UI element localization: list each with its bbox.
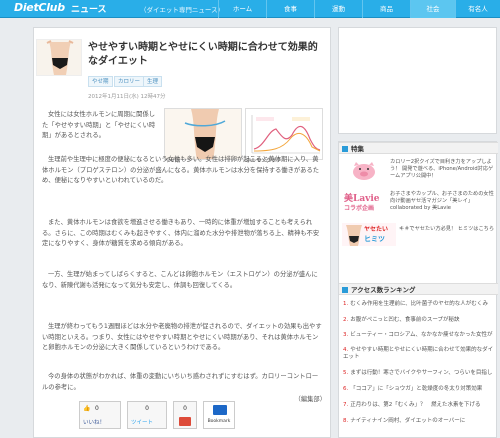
- site-logo-sub[interactable]: ニュース: [71, 2, 107, 15]
- bookmark-icon: [213, 405, 227, 415]
- waist-photo-icon: [37, 40, 81, 75]
- ranking-heading-text: アクセス数ランキング: [351, 286, 416, 294]
- like-label: いいね！: [83, 420, 106, 426]
- figure-hormone-graph[interactable]: [245, 108, 323, 160]
- article-panel: やせやすい時期とやせにくい時期に合わせて効果的なダイエット やせ期 カロリー 生…: [33, 27, 331, 438]
- article-thumbnail: [36, 39, 82, 76]
- ranking-item-4[interactable]: 4. やせやすい時期とやせにくい時期に合わせて効果的なダイエット: [343, 347, 495, 361]
- nav-item-home[interactable]: ホーム: [218, 0, 266, 18]
- tag-seiri[interactable]: 生理: [143, 76, 163, 87]
- tag-calorie[interactable]: カロリー: [114, 76, 145, 87]
- ranking-item-7[interactable]: 7. 正月わりは、第2「むくみ」？ 燃えた水素を下げる: [343, 402, 495, 409]
- page-root: DietClub ニュース （ダイエット専門ニュース） ホーム 食事 運動 商品…: [0, 0, 500, 438]
- site-logo[interactable]: DietClub: [14, 1, 65, 14]
- site-tagline: （ダイエット専門ニュース）: [140, 6, 225, 14]
- like-button[interactable]: 👍 0 いいね！: [79, 401, 121, 429]
- like-count: 0: [95, 405, 99, 412]
- nav-item-exercise[interactable]: 運動: [314, 0, 362, 18]
- ranking-item-2[interactable]: 2. お腹がぺこっと凹む、食事前のスープが秘訣: [343, 317, 495, 324]
- nav-item-society[interactable]: 社会: [410, 0, 455, 18]
- feature-text-himitsu: キ＃でヤセたい方必見！ ヒミツはこちら: [399, 226, 495, 232]
- lavie-collab-text: コラボ企画: [344, 205, 375, 212]
- lavie-logo: 美Lavie コラボ企画: [342, 191, 387, 214]
- nav-item-celebrity[interactable]: 有名人: [455, 0, 500, 18]
- ranking-item-3[interactable]: 3. ビューティー・コロシアム、なかなか痩せなかった女性が: [343, 332, 495, 339]
- ranking-item-1[interactable]: 1. むくみ作用を生理前に、比叶菌子のヤセ的な人がむくみ: [343, 301, 495, 308]
- himitsu-label2: ヒミツ: [364, 235, 385, 243]
- thumbs-up-icon: 👍: [83, 405, 91, 412]
- hormone-graph-icon: [246, 109, 322, 159]
- heading-marker-icon: [342, 286, 348, 293]
- tweet-count: 0: [145, 405, 149, 412]
- features-heading: 特集: [339, 142, 498, 154]
- pig-icon: [342, 159, 387, 182]
- paragraph-6: 今の身体の状態がわかれば、体重の変動にいちいち惑わされずにすむはず。カロリーコン…: [42, 373, 319, 391]
- bookmark-button[interactable]: Bookmark: [203, 401, 235, 429]
- site-header: DietClub ニュース （ダイエット専門ニュース） ホーム 食事 運動 商品…: [0, 0, 500, 18]
- article-figures: [164, 108, 323, 160]
- ranking-item-5[interactable]: 5. まずは行動！寒さでバイクやサーフィン、つらいを目指し: [343, 370, 495, 377]
- feature-item-quiz[interactable]: カロリー2択クイズで目利き力をアップしよう！ 開発で遊べる、iPhone/And…: [342, 159, 496, 184]
- sidebar: 特集 カロリー2択クイズで目利き力をアップしよう！ 開発で遊べる、iPhone/…: [338, 141, 498, 438]
- feature-text-lavie: お子さまやカップル、お子さまのための女性向け動画ヤセ活マガジン「美レイ」 col…: [390, 191, 494, 211]
- bookmark-label: Bookmark: [207, 419, 231, 424]
- article-editor: （編集部）: [294, 396, 326, 403]
- tag-yaseki[interactable]: やせ期: [88, 76, 113, 87]
- paragraph-1: 女性には女性ホルモンに周期に関係した「やせやすい時期」と「やせにくい時期」がある…: [42, 111, 156, 139]
- share-bar: 👍 0 いいね！ 0 ツイート 0 Bookmark: [79, 401, 243, 429]
- ranking-item-6[interactable]: 6. 「ココア」に「ショウガ」と乾燥度の冬太り対策効果: [343, 386, 495, 393]
- tweet-label: ツイート: [131, 420, 154, 426]
- nav-item-products[interactable]: 商品: [362, 0, 410, 18]
- plusone-button[interactable]: 0: [173, 401, 197, 429]
- paragraph-5: 生理が終わってもう1週間ほどは水分や老廃物の排泄が促されるので、ダイエットの効果…: [42, 323, 322, 351]
- heading-marker-icon: [342, 145, 348, 152]
- himitsu-label1: ヤセたい: [364, 226, 389, 233]
- tweet-button[interactable]: 0 ツイート: [127, 401, 167, 429]
- feature-text-quiz: カロリー2択クイズで目利き力をアップしよう！ 開発で遊べる、iPhone/And…: [390, 159, 494, 179]
- paragraph-2: 生理前や生理中に極度の便秘になるという女性も多い。女性は排卵が起こると黄体期に入…: [42, 156, 320, 184]
- nav-item-food[interactable]: 食事: [266, 0, 314, 18]
- paragraph-3: また、黄体ホルモンは食欲を増進させる働きもあり、一時的に体重が増加することも考え…: [42, 219, 320, 247]
- article-title: やせやすい時期とやせにくい時期に合わせて効果的なダイエット: [88, 42, 318, 67]
- figure-body-photo[interactable]: [164, 108, 242, 160]
- plusone-count: 0: [183, 405, 187, 412]
- feature-item-lavie[interactable]: 美Lavie コラボ企画 お子さまやカップル、お子さまのための女性向け動画ヤセ活…: [342, 191, 496, 216]
- features-heading-text: 特集: [351, 145, 364, 153]
- ranking-heading: アクセス数ランキング: [339, 283, 498, 295]
- body-photo-icon: [165, 109, 241, 159]
- ranking-item-8[interactable]: 8. ナイティナイン岡村、ダイエットのオーバーに: [343, 418, 495, 425]
- article-date: 2012年1月11日(水) 12時47分: [88, 94, 166, 100]
- himitsu-banner: ヤセたい ヒミツ: [342, 223, 396, 246]
- plusone-icon: [179, 417, 191, 426]
- sidebar-ad-box: [338, 27, 497, 134]
- paragraph-4: 一方、生理が始まってしばらくすると、こんどは卵胞ホルモン（エストロゲン）の分泌が…: [42, 271, 318, 289]
